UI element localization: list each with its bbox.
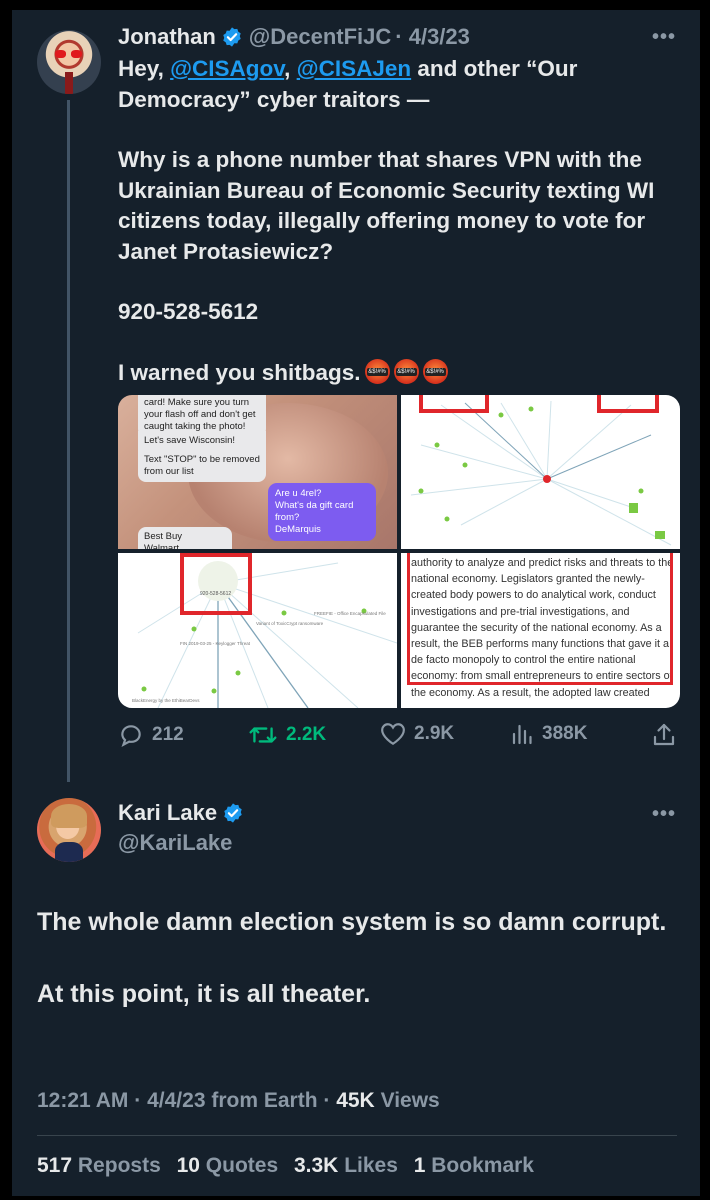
cursing-face-emoji-icon: &$!#% (364, 358, 390, 384)
graph-label: FIN 2019-03-25 - Keylogger Threat (180, 641, 250, 646)
graph-label: FREEFIE - Office Encapsulated File (314, 611, 386, 616)
network-graph-lines (137, 562, 397, 708)
highlight-box (180, 553, 252, 615)
parent-tweet-actions: 212 2.2K 2.9K 388K (118, 722, 688, 752)
tweet-text-separator: , (284, 56, 297, 81)
parent-tweet-text: Hey, @CISAgov, @CISAJen and other “Our D… (118, 54, 688, 418)
cursing-face-emoji-icon: &$!#% (393, 358, 419, 384)
main-tweet-text: The whole damn election system is so dam… (37, 904, 677, 1048)
node-number-label: 920-528-5612 (200, 591, 232, 597)
reply-icon (121, 725, 141, 748)
engagement-stats: 517 Reposts 10 Quotes 3.3K Likes 1 Bookm… (37, 1154, 544, 1178)
tweet-text-greeting: Hey, (118, 56, 171, 81)
parent-tweet-header: Jonathan @DecentFiJC · 4/3/23 (118, 24, 470, 50)
media-network-graph-2[interactable]: 920-528-5612 Variant of ToxicCrypt ranso… (118, 553, 397, 708)
media-sms-screenshot[interactable]: card! Make sure you turn your flash off … (118, 395, 397, 549)
media-grid: card! Make sure you turn your flash off … (118, 395, 680, 708)
jonathan-avatar[interactable] (37, 30, 101, 94)
tweet-paragraph: At this point, it is all theater. (37, 980, 371, 1008)
screenshot-frame: Jonathan @DecentFiJC · 4/3/23 ••• Hey, @… (0, 0, 710, 1200)
highlight-box (597, 395, 659, 413)
author-name[interactable]: Jonathan (118, 24, 216, 50)
verified-badge-icon (223, 27, 241, 47)
tweet-time[interactable]: 12:21 AM (37, 1089, 128, 1112)
avatar-shoulders (55, 842, 83, 862)
divider (37, 1135, 677, 1136)
sms-message-3: Text "STOP" to be removed from our list (138, 450, 266, 482)
network-graph-lines (410, 400, 672, 546)
tweet-closing: I warned you shitbags. (118, 359, 361, 385)
tweet-location: from Earth (211, 1089, 318, 1112)
graph-label: BlackEnergy by the EthiBearDevs (132, 698, 200, 703)
media-document-excerpt[interactable]: authority to analyze and predict risks a… (401, 553, 680, 708)
graph-label: Variant of ToxicCrypt ransomware (256, 621, 324, 626)
thread-connector-line (67, 100, 70, 782)
bookmarks-stat[interactable]: 1 Bookmark (414, 1154, 544, 1177)
verified-badge-icon (224, 803, 242, 823)
views-label: Views (380, 1089, 440, 1112)
highlight-box (407, 553, 673, 685)
tweet-date[interactable]: · 4/3/23 (395, 24, 470, 50)
quotes-stat[interactable]: 10 Quotes (177, 1154, 289, 1177)
sms-message-2: Let's save Wisconsin! (138, 431, 266, 451)
cursing-face-emoji-icon: &$!#% (422, 358, 448, 384)
avatar-tie (65, 72, 73, 94)
sms-message-4: Best Buy Walmart (138, 527, 232, 549)
more-options-icon[interactable]: ••• (652, 803, 676, 826)
author-handle[interactable]: @DecentFiJC (249, 24, 391, 50)
views-count: 45K (336, 1089, 375, 1112)
tweet-question: Why is a phone number that shares VPN wi… (118, 147, 655, 264)
media-network-graph-1[interactable] (401, 395, 680, 549)
more-options-icon[interactable]: ••• (652, 26, 676, 49)
like-button[interactable]: 2.9K (380, 722, 454, 746)
views-icon (512, 724, 532, 745)
kari-lake-avatar[interactable] (37, 798, 101, 862)
avatar-hair (51, 804, 87, 828)
share-button[interactable] (652, 722, 684, 748)
author-handle[interactable]: @KariLake (118, 830, 232, 856)
likes-stat[interactable]: 3.3K Likes (294, 1154, 408, 1177)
author-name[interactable]: Kari Lake (118, 800, 217, 826)
tweet-paragraph: The whole damn election system is so dam… (37, 908, 667, 936)
tweet-phone-number: 920-528-5612 (118, 299, 259, 324)
views-count: 388K (542, 723, 588, 744)
views-button[interactable]: 388K (510, 722, 587, 746)
like-count: 2.9K (414, 723, 455, 744)
highlight-box (419, 395, 489, 413)
main-author-name-row: Kari Lake (118, 800, 244, 826)
like-icon (381, 723, 405, 746)
avatar-glasses (55, 50, 83, 58)
mention-cisagov[interactable]: @CISAgov (170, 56, 284, 81)
repost-count: 2.2K (286, 724, 327, 745)
share-icon (653, 723, 675, 746)
repost-icon (249, 727, 277, 743)
reply-count: 212 (152, 724, 184, 745)
reply-button[interactable]: 212 (118, 722, 184, 748)
mention-cisajen[interactable]: @CISAJen (297, 56, 411, 81)
repost-button[interactable]: 2.2K (248, 722, 326, 748)
tweet-date[interactable]: 4/4/23 (147, 1089, 205, 1112)
sms-reply: Are u 4rel? What's da gift card from? De… (268, 483, 376, 541)
tweet-timestamp-row: 12:21 AM · 4/4/23 from Earth · 45K Views (37, 1089, 440, 1112)
reposts-stat[interactable]: 517 Reposts (37, 1154, 171, 1177)
